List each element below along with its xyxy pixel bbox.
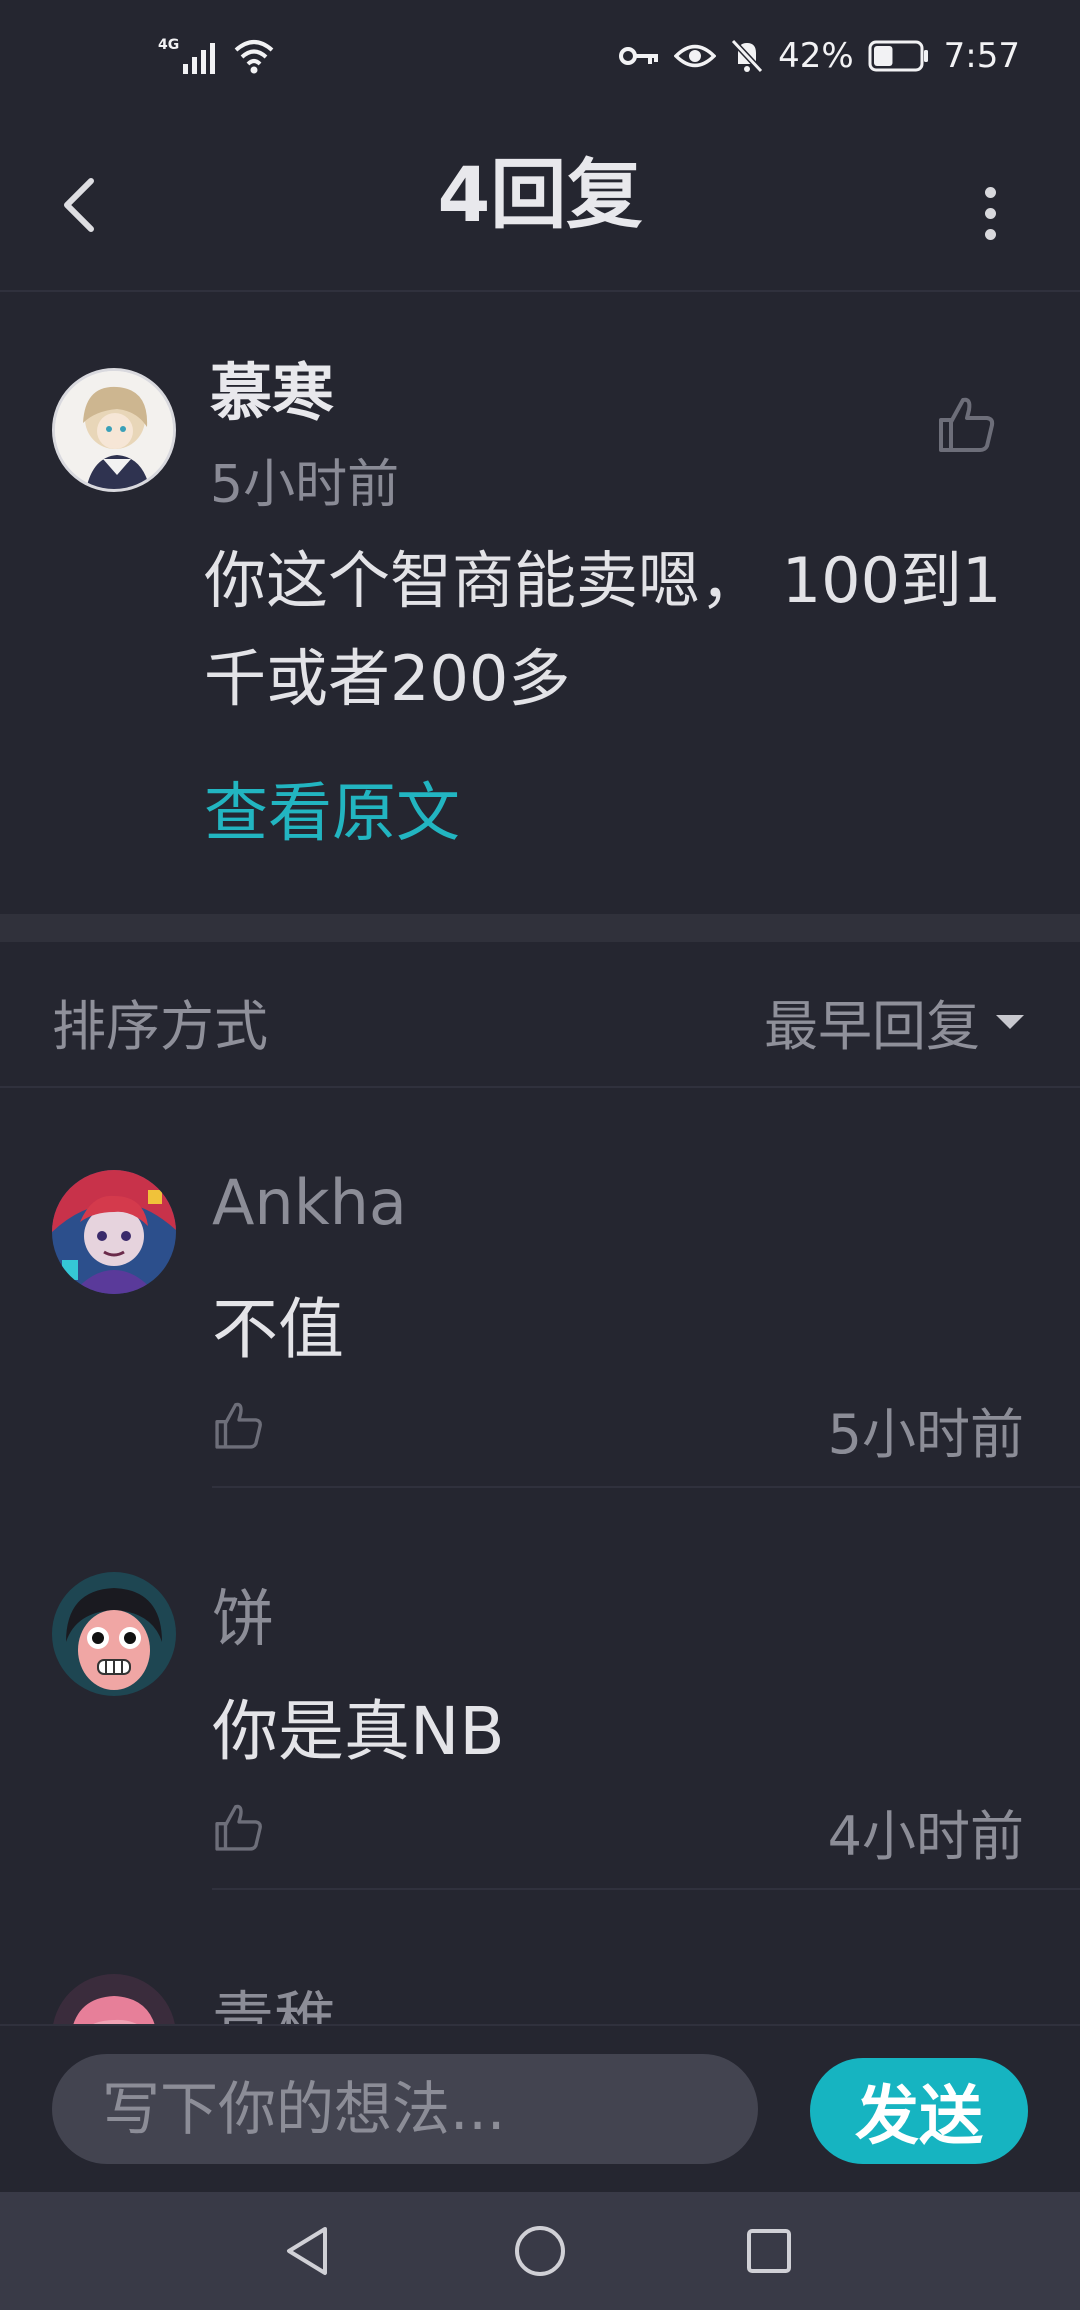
thumbs-up-icon bbox=[215, 1402, 262, 1449]
nav-home-button[interactable] bbox=[505, 2216, 575, 2286]
avatar-image bbox=[52, 1170, 176, 1294]
sort-label: 排序方式 bbox=[52, 995, 268, 1058]
nav-home-icon bbox=[515, 2226, 565, 2276]
sort-dropdown[interactable]: 最早回复 bbox=[764, 982, 1024, 1061]
system-nav-bar bbox=[0, 2192, 1080, 2310]
status-right: 42% 7:57 bbox=[618, 36, 1020, 76]
wifi-icon bbox=[234, 40, 274, 74]
like-button[interactable] bbox=[935, 392, 999, 456]
back-arrow-icon bbox=[64, 178, 94, 232]
reply-text: 不值 bbox=[212, 1291, 344, 1368]
clock: 7:57 bbox=[943, 36, 1020, 76]
nav-recents-icon bbox=[747, 2229, 791, 2273]
sort-selected: 最早回复 bbox=[764, 995, 980, 1058]
reply-time: 5小时前 bbox=[827, 1403, 1024, 1466]
nav-back-button[interactable] bbox=[272, 2216, 342, 2286]
comment-text: 你这个智商能卖嗯， 100到1千或者200多 bbox=[204, 544, 1002, 715]
avatar[interactable] bbox=[52, 1170, 176, 1294]
comment-author[interactable]: 慕寒 bbox=[210, 342, 334, 432]
composer-bar: 发送 bbox=[0, 2024, 1080, 2194]
send-button[interactable]: 发送 bbox=[810, 2058, 1028, 2164]
network-type: 4G bbox=[158, 37, 180, 53]
comment-input[interactable] bbox=[52, 2054, 758, 2164]
sort-bar: 排序方式 最早回复 bbox=[0, 942, 1080, 1088]
section-divider bbox=[0, 914, 1080, 942]
reply-author[interactable]: 饼 bbox=[212, 1568, 274, 1658]
avatar-image bbox=[52, 1572, 176, 1696]
eye-icon bbox=[674, 44, 717, 68]
bell-muted-icon bbox=[730, 38, 764, 74]
nav-recents-button[interactable] bbox=[734, 2216, 804, 2286]
caret-down-icon bbox=[996, 1014, 1024, 1029]
reply-text: 你是真NB bbox=[212, 1693, 505, 1770]
page-title: 4回复 bbox=[437, 150, 643, 239]
nav-back-icon bbox=[287, 2227, 327, 2275]
thumbs-up-icon bbox=[215, 1804, 262, 1851]
more-options-button[interactable] bbox=[960, 168, 1020, 258]
back-button[interactable] bbox=[44, 160, 114, 250]
header: 4回复 bbox=[0, 120, 1080, 292]
more-vertical-icon bbox=[984, 186, 996, 198]
status-bar: 4G 42% 7:57 bbox=[0, 0, 1080, 120]
reply-author[interactable]: Ankha bbox=[212, 1166, 407, 1239]
status-left: 4G bbox=[158, 38, 275, 74]
reply-item: Ankha 不值 5小时前 bbox=[0, 1086, 1080, 1488]
avatar-image bbox=[55, 371, 173, 489]
reply-time: 4小时前 bbox=[827, 1805, 1024, 1868]
like-button[interactable] bbox=[212, 1398, 266, 1452]
view-original-link[interactable]: 查看原文 bbox=[204, 762, 460, 854]
avatar[interactable] bbox=[52, 1572, 176, 1696]
signal-icon bbox=[183, 38, 216, 74]
vpn-key-icon bbox=[619, 47, 659, 65]
battery-percent: 42% bbox=[778, 36, 854, 76]
avatar[interactable] bbox=[52, 368, 176, 492]
thumbs-up-icon bbox=[939, 397, 995, 452]
like-button[interactable] bbox=[212, 1800, 266, 1854]
comment-time: 5小时前 bbox=[210, 455, 400, 515]
main-comment: 慕寒 5小时前 你这个智商能卖嗯， 100到1千或者200多 查看原文 bbox=[0, 292, 1080, 914]
reply-item: 饼 你是真NB 4小时前 bbox=[0, 1488, 1080, 1890]
battery-icon bbox=[868, 40, 928, 72]
